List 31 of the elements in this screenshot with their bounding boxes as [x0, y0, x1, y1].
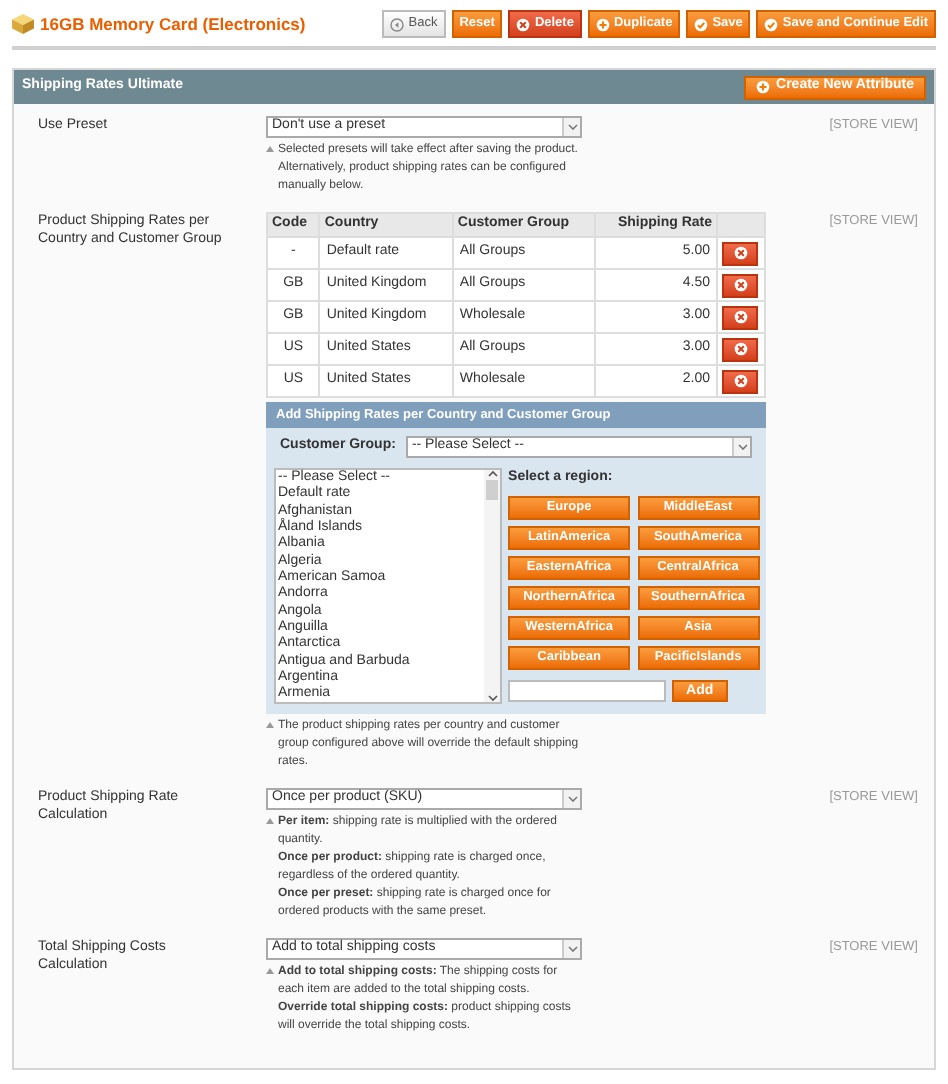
page-title: 16GB Memory Card (Electronics) [40, 11, 306, 37]
close-icon [733, 342, 747, 356]
close-icon [516, 17, 531, 31]
box-icon [12, 14, 34, 34]
dropdown-icon [567, 124, 577, 130]
delete-row-button[interactable] [722, 241, 758, 265]
close-icon [733, 374, 747, 388]
close-icon [733, 278, 747, 292]
scrollbar-thumb[interactable] [486, 480, 499, 500]
note-icon [266, 818, 274, 824]
delete-row-button[interactable] [722, 337, 758, 361]
dropdown-icon [567, 946, 577, 952]
scroll-up-icon [487, 470, 498, 478]
plus-icon [595, 17, 610, 31]
back-icon [390, 17, 405, 31]
region-input[interactable] [508, 679, 667, 701]
delete-row-button[interactable] [722, 305, 758, 329]
dropdown-icon [737, 444, 747, 450]
note-icon [266, 722, 274, 728]
close-icon [733, 310, 747, 324]
scroll-down-icon [487, 694, 498, 702]
delete-row-button[interactable] [722, 369, 758, 393]
note-icon [266, 968, 274, 974]
dropdown-icon [567, 796, 577, 802]
note-icon [266, 146, 274, 152]
check-icon [694, 17, 709, 31]
scrollbar[interactable] [484, 470, 501, 702]
plus-icon [756, 80, 771, 94]
close-icon [733, 246, 747, 260]
delete-row-button[interactable] [722, 273, 758, 297]
check-icon [764, 17, 779, 31]
